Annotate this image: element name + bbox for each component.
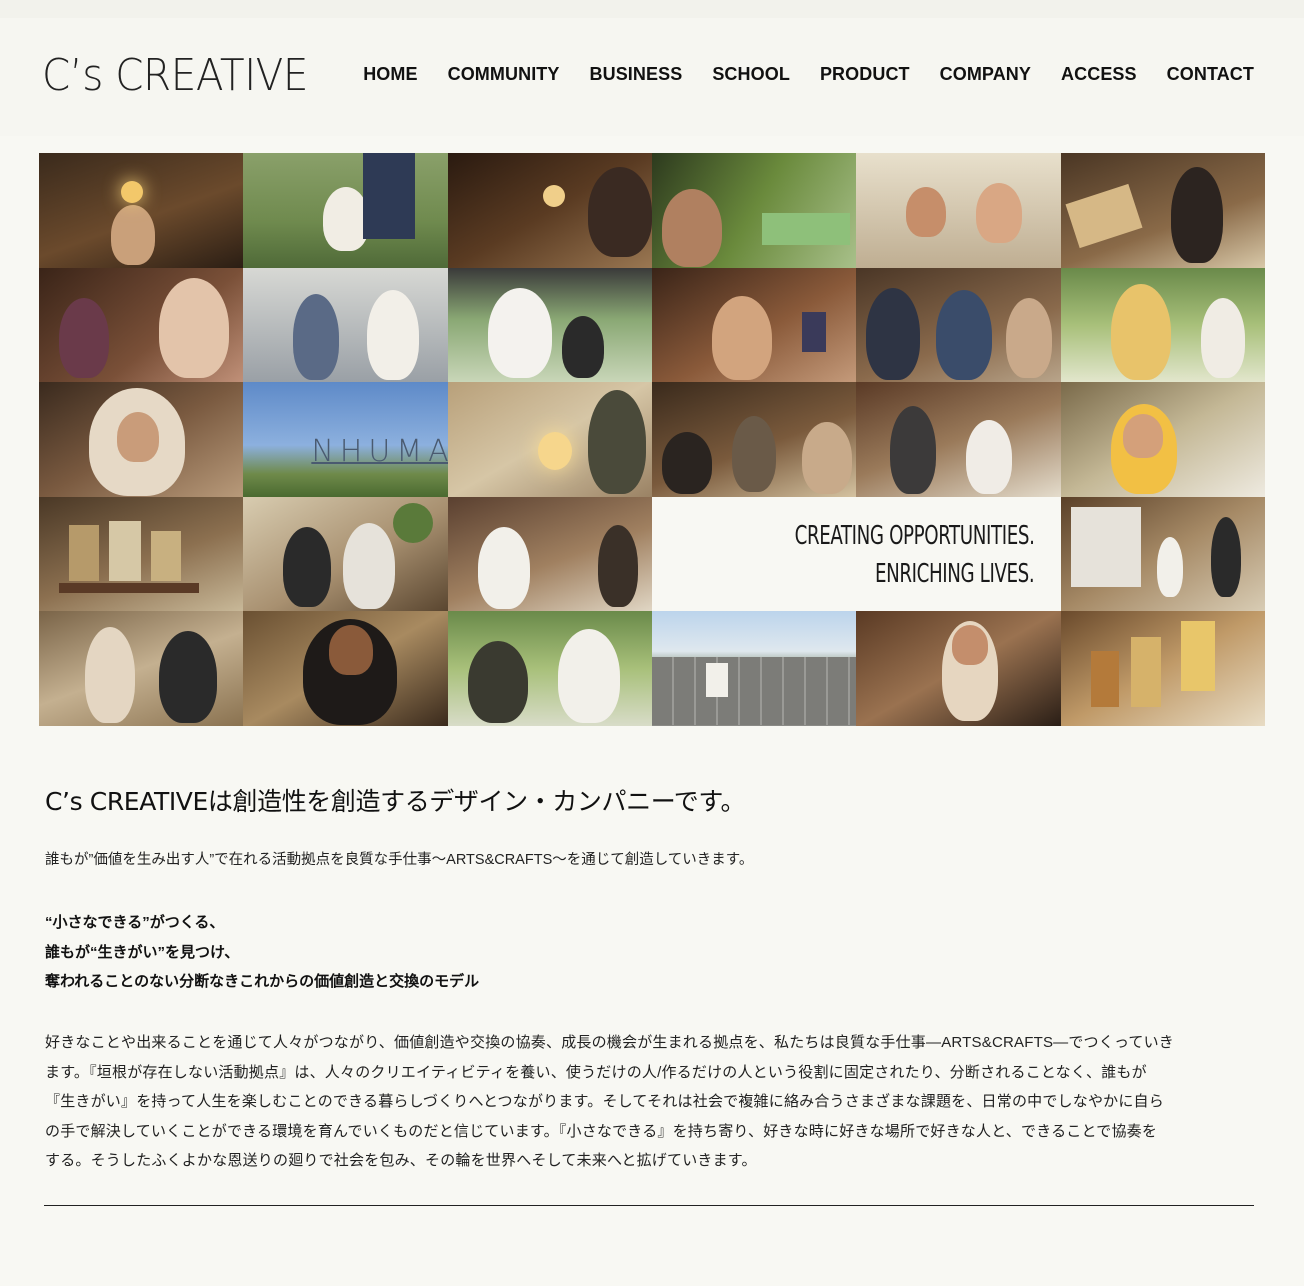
photo-tile	[447, 267, 652, 383]
nhuma-sign-text: NHUMA	[311, 434, 448, 470]
mission-line: 奪われることのない分断なきこれからの価値創造と交換のモデル	[45, 973, 480, 990]
mission-line: 誰もが“生きがい”を見つけ、	[45, 943, 240, 961]
photo-tile	[447, 153, 652, 268]
photo-tile	[243, 267, 448, 383]
section-divider	[44, 1205, 1254, 1206]
photo-tile	[447, 382, 652, 497]
photo-tile	[447, 496, 652, 612]
photo-tile	[1060, 153, 1265, 268]
nav-access[interactable]: ACCESS	[1061, 64, 1137, 85]
photo-tile	[1060, 496, 1265, 612]
photo-tile	[1060, 267, 1265, 383]
photo-tile	[856, 611, 1061, 726]
intro-lead: 誰もが”価値を生み出す人”で在れる活動拠点を良質な手仕事〜ARTS&CRAFTS…	[45, 852, 754, 868]
site-logo[interactable]: C’s CREATIVE	[42, 50, 308, 102]
photo-tile	[39, 153, 244, 268]
photo-tile	[243, 496, 448, 612]
body-line: する。そうしたふくよかな恩送りの廻りで社会を包み、その輪を世界へそして未来へと拡…	[45, 1152, 757, 1169]
photo-tile	[856, 382, 1061, 497]
photo-tile	[39, 267, 244, 383]
intro-body: 好きなことや出来ることを通じて人々がつながり、価値創造や交換の協奏、成長の機会が…	[45, 1028, 1255, 1176]
photo-tile	[651, 382, 857, 497]
mission-line: “小さなできる”がつくる、	[45, 914, 225, 931]
photo-tile	[856, 267, 1061, 383]
intro-section: C’s CREATIVEは創造性を創造するデザイン・カンパニーです。 誰もが”価…	[45, 782, 1255, 1169]
photo-tile	[651, 267, 857, 383]
nav-contact[interactable]: CONTACT	[1167, 64, 1254, 85]
photo-tile	[243, 611, 448, 726]
nav-company[interactable]: COMPANY	[940, 64, 1031, 85]
photo-tile	[39, 496, 244, 612]
photo-tile	[856, 153, 1061, 268]
mission-statement: “小さなできる”がつくる、 誰もが“生きがい”を見つけ、 奪われることのない分断…	[45, 908, 479, 997]
body-line: 好きなことや出来ることを通じて人々がつながり、価値創造や交換の協奏、成長の機会が…	[45, 1034, 1174, 1051]
main-nav: HOME COMMUNITY BUSINESS SCHOOL PRODUCT C…	[333, 64, 1254, 85]
photo-tile	[243, 153, 448, 268]
photo-tile	[1060, 611, 1265, 726]
nav-business[interactable]: BUSINESS	[590, 64, 683, 85]
nav-home[interactable]: HOME	[363, 64, 417, 85]
nav-product[interactable]: PRODUCT	[820, 64, 910, 85]
photo-tile	[651, 611, 857, 726]
photo-mosaic: NHUMA CREATING OPPORTUNITIES. ENRICHING …	[39, 153, 1265, 726]
photo-tile	[447, 611, 652, 726]
tagline-line-2: ENRICHING LIVES.	[875, 558, 1035, 589]
top-strip	[0, 0, 1304, 18]
photo-tile	[39, 611, 244, 726]
body-line: ます。『垣根が存在しない活動拠点』は、人々のクリエイティビティを養い、使うだけの…	[45, 1063, 1147, 1081]
nav-community[interactable]: COMMUNITY	[448, 64, 560, 85]
intro-heading: C’s CREATIVEは創造性を創造するデザイン・カンパニーです。	[45, 787, 746, 816]
photo-tile	[651, 153, 857, 268]
photo-tile	[39, 382, 244, 497]
body-line: の手で解決していくことができる環境を育んでいくものだと信じています。『小さなでき…	[45, 1122, 1158, 1140]
photo-tile: NHUMA	[243, 382, 448, 497]
tagline-panel: CREATING OPPORTUNITIES. ENRICHING LIVES.	[651, 496, 1061, 612]
body-line: 『生きがい』を持って人生を楽しむことのできる暮らしづくりへとつながります。そして…	[45, 1093, 1164, 1110]
tagline-line-1: CREATING OPPORTUNITIES.	[794, 520, 1035, 551]
site-header: C’s CREATIVE HOME COMMUNITY BUSINESS SCH…	[0, 18, 1304, 136]
nav-school[interactable]: SCHOOL	[712, 64, 790, 85]
photo-tile	[1060, 382, 1265, 497]
